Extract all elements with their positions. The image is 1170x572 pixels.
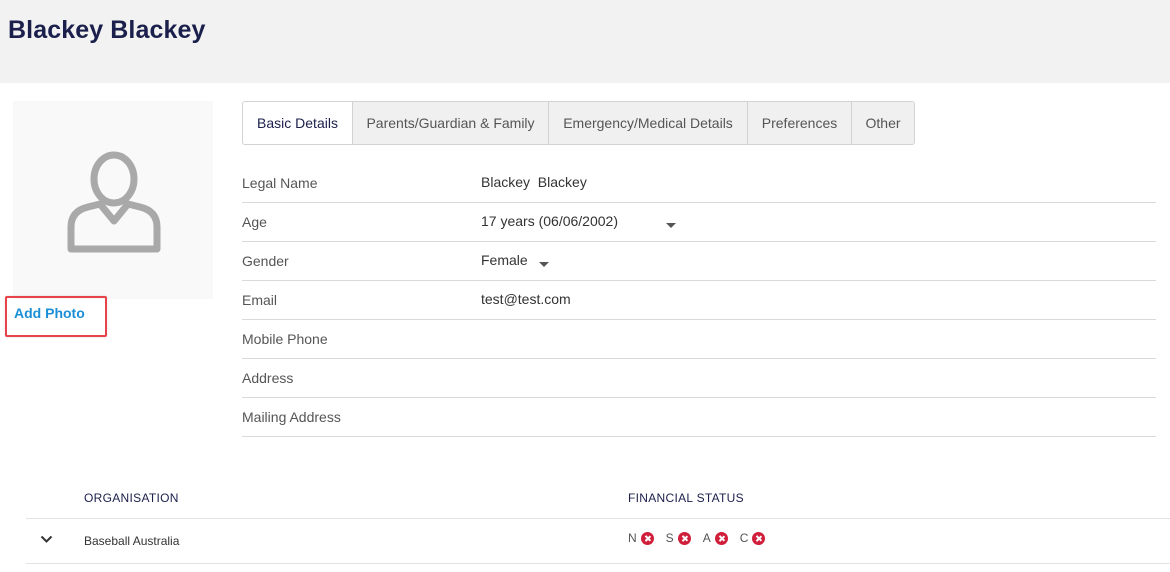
detail-label: Email — [242, 292, 278, 308]
tab-preferences[interactable]: Preferences — [748, 102, 852, 144]
detail-row-gender: Gender Female — [242, 242, 1156, 281]
financial-status-column-header: FINANCIAL STATUS — [628, 491, 744, 505]
status-item-n: N — [628, 531, 654, 545]
unpaid-x-icon — [714, 531, 728, 545]
unpaid-x-icon — [640, 531, 654, 545]
status-letter: A — [702, 531, 711, 545]
tab-other[interactable]: Other — [852, 102, 914, 144]
age-value: 17 years (06/06/2002) — [481, 213, 618, 229]
unpaid-x-icon — [752, 531, 766, 545]
profile-photo — [13, 101, 213, 299]
unpaid-x-icon — [677, 531, 691, 545]
page-title: Blackey Blackey — [8, 16, 206, 44]
status-item-a: A — [703, 531, 728, 545]
user-avatar-icon — [67, 151, 161, 253]
page-header: Blackey Blackey — [0, 0, 1170, 83]
detail-label: Legal Name — [242, 175, 318, 191]
legal-name-value: Blackey Blackey — [481, 174, 587, 190]
table-header: ORGANISATION FINANCIAL STATUS — [26, 478, 1170, 519]
detail-label: Mailing Address — [242, 409, 341, 425]
gender-value: Female — [481, 252, 528, 268]
age-dropdown-icon[interactable] — [666, 223, 676, 228]
status-item-c: C — [740, 531, 766, 545]
tab-basic-details[interactable]: Basic Details — [243, 102, 353, 144]
detail-row-age: Age 17 years (06/06/2002) — [242, 203, 1156, 242]
basic-details-list: Legal Name Blackey Blackey Age 17 years … — [242, 164, 1156, 437]
detail-row-legal-name: Legal Name Blackey Blackey — [242, 164, 1156, 203]
financial-status: N S A C — [628, 531, 777, 545]
gender-dropdown-icon[interactable] — [539, 262, 549, 267]
detail-row-email: Email test@test.com — [242, 281, 1156, 320]
status-item-s: S — [666, 531, 691, 545]
status-letter: C — [739, 531, 749, 545]
table-row: Baseball Australia N S A C — [26, 519, 1170, 564]
profile-tabs: Basic Details Parents/Guardian & Family … — [242, 101, 915, 145]
organisation-name: Baseball Australia — [84, 534, 180, 548]
status-letter: N — [628, 531, 637, 545]
email-value: test@test.com — [481, 291, 571, 307]
tab-parents-guardian-family[interactable]: Parents/Guardian & Family — [353, 102, 549, 144]
detail-label: Address — [242, 370, 294, 386]
chevron-down-icon[interactable] — [40, 535, 53, 544]
status-letter: S — [665, 531, 674, 545]
detail-row-mobile-phone: Mobile Phone — [242, 320, 1156, 359]
detail-row-address: Address — [242, 359, 1156, 398]
detail-label: Age — [242, 214, 267, 230]
organisation-column-header: ORGANISATION — [84, 491, 179, 505]
add-photo-link[interactable]: Add Photo — [14, 305, 85, 321]
detail-row-mailing-address: Mailing Address — [242, 398, 1156, 437]
organisation-table: ORGANISATION FINANCIAL STATUS Baseball A… — [26, 478, 1170, 564]
detail-label: Mobile Phone — [242, 331, 328, 347]
tab-emergency-medical-details[interactable]: Emergency/Medical Details — [549, 102, 748, 144]
detail-label: Gender — [242, 253, 289, 269]
